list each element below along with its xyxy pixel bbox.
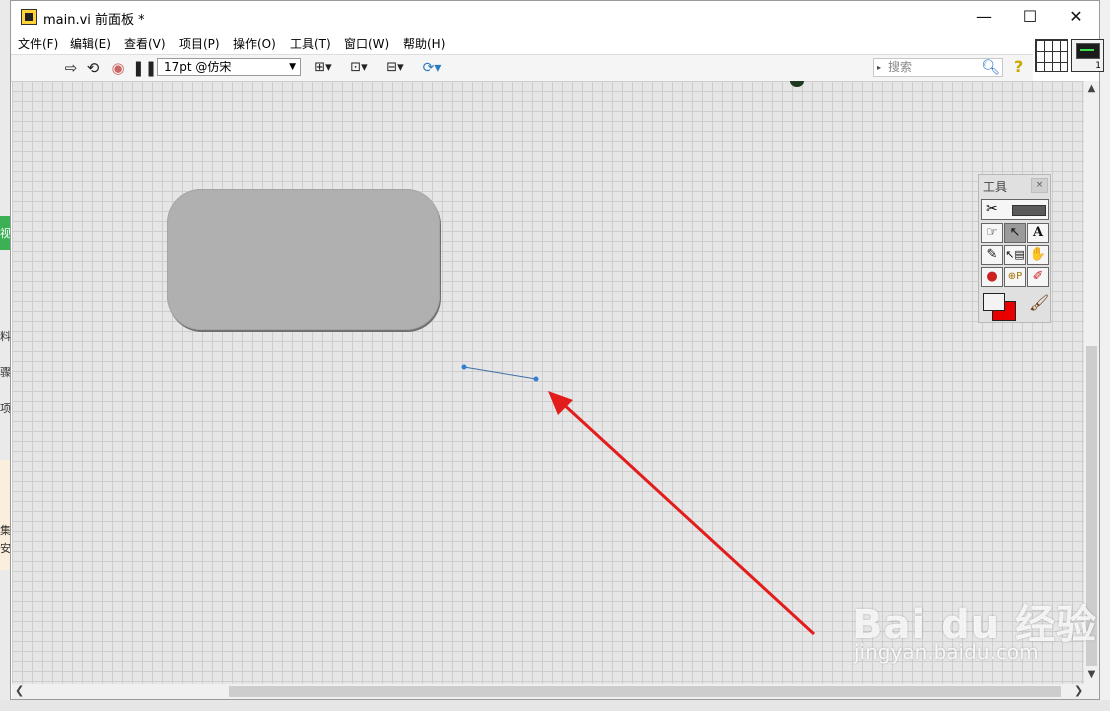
wire-endpoint-handle[interactable] bbox=[461, 364, 467, 370]
red-annotation-arrow bbox=[558, 399, 816, 636]
baidu-jingyan-watermark: Bai du 经验 jingyan.baidu.com bbox=[852, 592, 1097, 664]
wire-endpoint-handle[interactable] bbox=[533, 376, 539, 382]
wire-segment[interactable] bbox=[463, 366, 537, 380]
watermark-url: jingyan.baidu.com bbox=[854, 640, 1039, 664]
